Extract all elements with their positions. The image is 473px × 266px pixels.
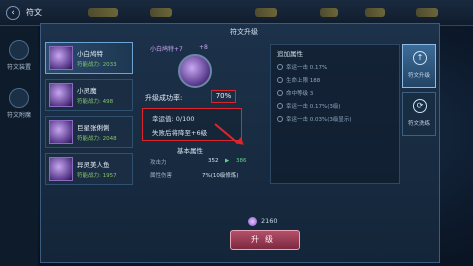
rune-name: 巨星张俐俐 (77, 124, 110, 132)
rune-card[interactable]: 小灵魔 符能战力: 498 (45, 79, 133, 111)
extra-attr-row: 命中等级 3 (277, 89, 313, 97)
extra-attr-text: 幸运一击 0.03%(3级显示) (286, 117, 352, 123)
rail-label: 符文装置 (6, 64, 31, 71)
arrow-right-icon: ▶ (225, 158, 230, 164)
extra-attr-row: 幸运一击 0.17% (277, 63, 327, 71)
up-arrow-icon: ↑ (413, 51, 427, 65)
extra-attr-row: 生命上限 188 (277, 76, 320, 84)
tab-label: 符文升级 (407, 73, 430, 79)
rail-item-device[interactable]: 符文装置 (4, 40, 34, 71)
resource-indicator (150, 8, 172, 17)
rune-device-icon (9, 40, 29, 60)
attr-dot-icon (277, 116, 283, 122)
resource-indicator (365, 8, 385, 17)
stat-next-value: 386 (236, 158, 247, 164)
cycle-icon: ⟳ (413, 99, 427, 113)
fail-downgrade-text: 失败后将降至+6级 (152, 129, 208, 137)
rune-card[interactable]: 巨星张俐俐 符能战力: 2048 (45, 116, 133, 148)
side-tabs: ↑ 符文升级 ⟳ 符文洗练 (402, 44, 436, 140)
attr-dot-icon (277, 64, 283, 70)
rune-power: 符能战力: 2033 (77, 62, 117, 68)
rune-power: 符能战力: 498 (77, 99, 114, 105)
attr-dot-icon (277, 103, 283, 109)
attr-dot-icon (277, 90, 283, 96)
panel-title: 符文升级 (230, 28, 258, 36)
rune-icon (178, 54, 212, 88)
tab-label: 符文洗练 (407, 121, 430, 127)
upgrade-button[interactable]: 升级 (230, 230, 300, 250)
extra-attr-header: 追加属性 (277, 50, 303, 58)
stat-value: 7%(10级修炼) (202, 173, 239, 179)
rune-thumb (49, 157, 73, 181)
current-rune-name: 小白鸠特+7 (150, 46, 183, 53)
extra-attr-text: 幸运一击 0.17% (286, 65, 328, 71)
stat-value: 352 (208, 158, 219, 164)
rune-card[interactable]: 异灵美人鱼 符能战力: 1957 (45, 153, 133, 185)
upgrade-cost: 2160 (261, 217, 278, 225)
extra-attr-row: 幸运一击 0.03%(3级显示) (277, 115, 352, 123)
next-level: +8 (199, 44, 208, 51)
stat-key: 攻击力 (150, 160, 167, 166)
rune-list: 小白鸠特 符能战力: 2033 小灵魔 符能战力: 498 巨星张俐俐 符能战力… (45, 42, 135, 190)
left-rail: 符文装置 符文附魔 (0, 26, 38, 266)
extra-attr-text: 幸运一击 0.17%(3级) (286, 104, 341, 110)
rune-name: 小灵魔 (77, 87, 97, 95)
crystal-icon (248, 217, 257, 226)
luck-value: 幸运值: 0/100 (152, 115, 195, 123)
back-arrow-icon[interactable]: ‹ (6, 6, 20, 20)
base-attr-title: 基本属性 (177, 147, 203, 155)
extra-attr-row: 幸运一击 0.17%(3级) (277, 102, 341, 110)
rune-thumb (49, 83, 73, 107)
rune-enchant-icon (9, 88, 29, 108)
resource-indicator (416, 8, 438, 17)
rune-name: 异灵美人鱼 (77, 161, 110, 169)
stat-row: 属性伤害 7%(10级修炼) (150, 171, 270, 181)
extra-attr-panel: 追加属性 幸运一击 0.17% 生命上限 188 命中等级 3 幸运一击 0.1… (270, 44, 400, 184)
resource-indicator (88, 8, 118, 17)
extra-attr-text: 命中等级 3 (286, 91, 314, 97)
page-title: 符文 (26, 8, 42, 17)
tab-rune-refine[interactable]: ⟳ 符文洗练 (402, 92, 436, 136)
rune-thumb (49, 120, 73, 144)
extra-attr-text: 生命上限 188 (286, 78, 321, 84)
rune-card[interactable]: 小白鸠特 符能战力: 2033 (45, 42, 133, 74)
resource-indicator (255, 8, 277, 17)
rune-thumb (49, 46, 73, 70)
stat-key: 属性伤害 (150, 173, 173, 179)
resource-indicator (320, 8, 338, 17)
rail-label: 符文附魔 (6, 112, 31, 119)
rune-power: 符能战力: 1957 (77, 173, 117, 179)
success-rate-label: 升级成功率: (145, 94, 183, 102)
stat-row: 攻击力 352 ▶ 386 (150, 158, 270, 168)
rune-name: 小白鸠特 (77, 50, 103, 58)
rail-item-enchant[interactable]: 符文附魔 (4, 88, 34, 119)
success-rate-value: 70% (211, 90, 236, 103)
tab-rune-upgrade[interactable]: ↑ 符文升级 (402, 44, 436, 88)
attr-dot-icon (277, 77, 283, 83)
rune-power: 符能战力: 2048 (77, 136, 117, 142)
